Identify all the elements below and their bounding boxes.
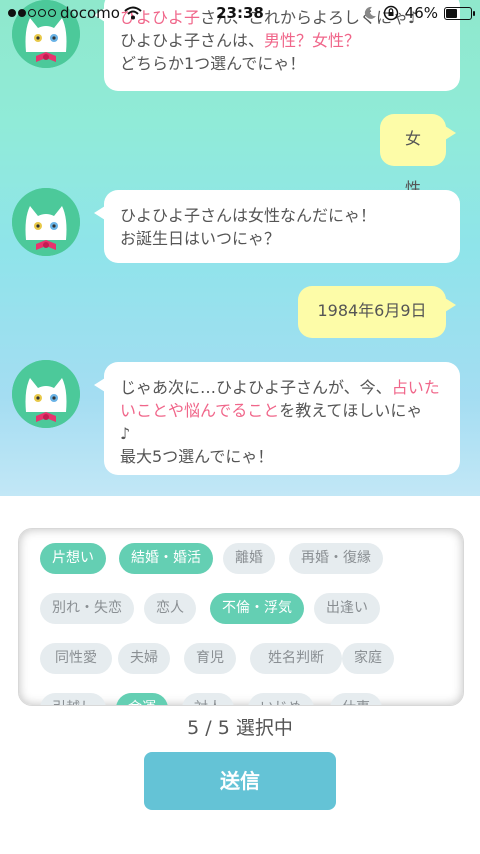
status-right: 46% — [363, 4, 475, 22]
topic-chip[interactable]: 育児 — [184, 643, 236, 674]
topic-chip[interactable]: 結婚・婚活 — [119, 543, 213, 574]
message-line: ひよひよ子さんは女性なんだにゃ！ — [120, 206, 377, 225]
message-line: お誕生日はいつにゃ？ — [120, 229, 281, 248]
message-line: 最大5つ選んでにゃ！ — [120, 447, 274, 466]
rotation-lock-icon — [383, 5, 398, 21]
message-line: ♪ — [120, 424, 131, 443]
cat-avatar-icon — [12, 188, 80, 256]
send-button[interactable]: 送信 — [144, 752, 336, 810]
bot-message-bubble: じゃあ次に…ひよひよ子さんが、今、占いた いことや悩んでることを教えてほしいにゃ… — [94, 362, 460, 475]
moon-icon — [364, 6, 376, 19]
topic-chip[interactable]: 引越し — [40, 693, 106, 705]
wifi-icon — [124, 6, 142, 20]
status-bar: docomo 23:38 46% — [0, 0, 480, 26]
topic-chip[interactable]: 別れ・失恋 — [40, 593, 134, 624]
battery-icon — [444, 6, 475, 20]
battery-percent: 46% — [404, 4, 438, 22]
topic-selection-panel[interactable]: 片想い 結婚・婚活 離婚 再婚・復縁別れ・失恋 恋人 不倫・浮気 出逢い同性愛 夫婦 育児 姓名判… — [18, 528, 464, 706]
signal-strength-icon — [8, 9, 56, 17]
topic-chip[interactable]: 家庭 — [342, 643, 394, 674]
topic-chip[interactable]: 夫婦 — [118, 643, 170, 674]
chat-area[interactable]: ひよひよ子さん、これからよろしくにゃ♪ ひよひよ子さんは、男性？女性？ どちらか… — [0, 0, 480, 496]
topic-chip[interactable]: 対人 — [182, 693, 234, 705]
topic-chip[interactable]: 片想い — [40, 543, 106, 574]
topic-chip[interactable]: 再婚・復縁 — [289, 543, 383, 574]
cat-avatar-icon — [12, 360, 80, 428]
topic-chip[interactable]: 出逢い — [314, 593, 380, 624]
message-line: ひよひよ子さんは、男性？女性？ — [120, 31, 361, 50]
topic-chip[interactable]: 金運 — [116, 693, 168, 705]
message-line: いことや悩んでることを教えてほしいにゃ — [120, 401, 423, 420]
carrier-info: docomo — [8, 4, 142, 22]
user-message-bubble: 1984年6月9日 — [298, 286, 456, 338]
topic-chip[interactable]: 不倫・浮気 — [210, 593, 304, 624]
topic-chip[interactable]: いじめ — [248, 693, 314, 705]
bot-message-bubble: ひよひよ子さんは女性なんだにゃ！ お誕生日はいつにゃ？ — [94, 190, 460, 263]
message-line: じゃあ次に…ひよひよ子さんが、今、占いた — [120, 378, 440, 397]
topic-chip[interactable]: 同性愛 — [40, 643, 112, 674]
carrier-name: docomo — [60, 4, 120, 22]
topic-chip[interactable]: 離婚 — [223, 543, 275, 574]
message-line: どちらか1つ選んでにゃ！ — [120, 54, 306, 73]
topic-chip[interactable]: 仕事 — [330, 693, 382, 705]
user-message-bubble: 女性 — [380, 114, 456, 198]
selection-counter: 5 / 5 選択中 — [187, 717, 293, 739]
topic-chip[interactable]: 恋人 — [144, 593, 196, 624]
topic-chip[interactable]: 姓名判断 — [250, 643, 342, 674]
